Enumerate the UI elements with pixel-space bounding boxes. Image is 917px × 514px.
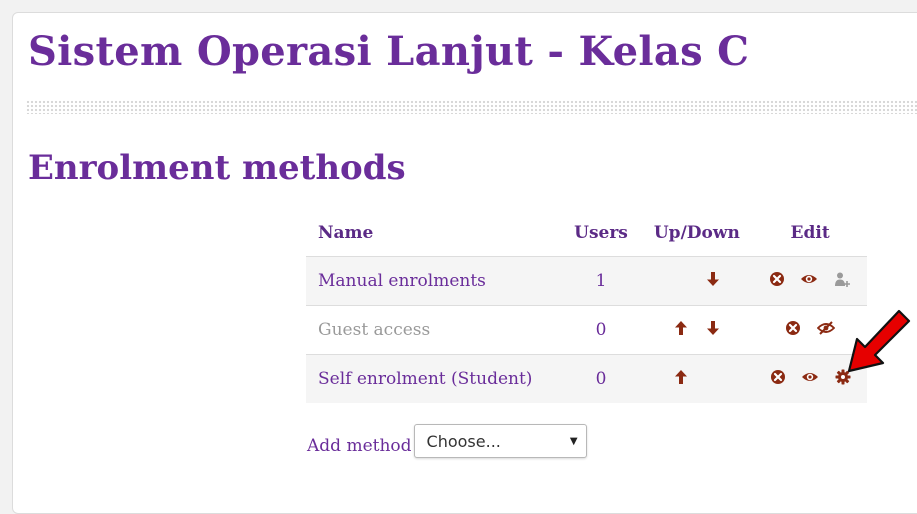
enrol-users-icon[interactable] (834, 271, 852, 292)
delete-icon[interactable] (769, 271, 785, 292)
column-header-edit: Edit (790, 223, 830, 243)
updown-cell (640, 306, 753, 355)
add-method-control: Add method Choose... ▼ (307, 424, 587, 458)
method-name-link[interactable]: Manual enrolments (306, 257, 562, 306)
page-title: Enrolment methods (28, 148, 406, 188)
divider (26, 100, 917, 114)
method-name-link[interactable]: Guest access (306, 306, 562, 355)
move-down-icon[interactable] (706, 271, 720, 292)
eye-icon[interactable] (801, 369, 819, 389)
move-up-icon[interactable] (674, 369, 688, 390)
method-name-link[interactable]: Self enrolment (Student) (306, 355, 562, 404)
chevron-down-icon: ▼ (569, 435, 578, 447)
delete-icon[interactable] (770, 369, 786, 390)
table-row: Manual enrolments 1 (306, 256, 867, 306)
move-up-icon[interactable] (674, 320, 688, 341)
edit-cell (753, 257, 867, 306)
users-count: 0 (595, 369, 607, 389)
updown-cell (640, 257, 753, 306)
eye-slash-icon[interactable] (816, 320, 836, 340)
table-row: Self enrolment (Student) 0 (306, 354, 867, 404)
move-down-icon[interactable] (706, 320, 720, 341)
pointer-arrow-icon (847, 309, 911, 373)
add-method-select[interactable]: Choose... ▼ (413, 424, 587, 458)
users-count: 1 (595, 271, 607, 291)
course-title: Sistem Operasi Lanjut - Kelas C (28, 28, 750, 75)
add-method-selected-value: Choose... (426, 431, 501, 451)
enrolment-methods-table: Name Users Up/Down Edit Manual enrolment… (306, 210, 867, 403)
eye-icon[interactable] (800, 271, 818, 291)
column-header-users: Users (574, 223, 628, 243)
column-header-updown: Up/Down (653, 223, 740, 243)
add-method-label: Add method (307, 436, 412, 456)
column-header-name: Name (318, 223, 374, 243)
updown-cell (640, 355, 753, 404)
users-count: 0 (595, 320, 607, 340)
delete-icon[interactable] (785, 320, 801, 341)
table-row: Guest access 0 (306, 305, 867, 355)
